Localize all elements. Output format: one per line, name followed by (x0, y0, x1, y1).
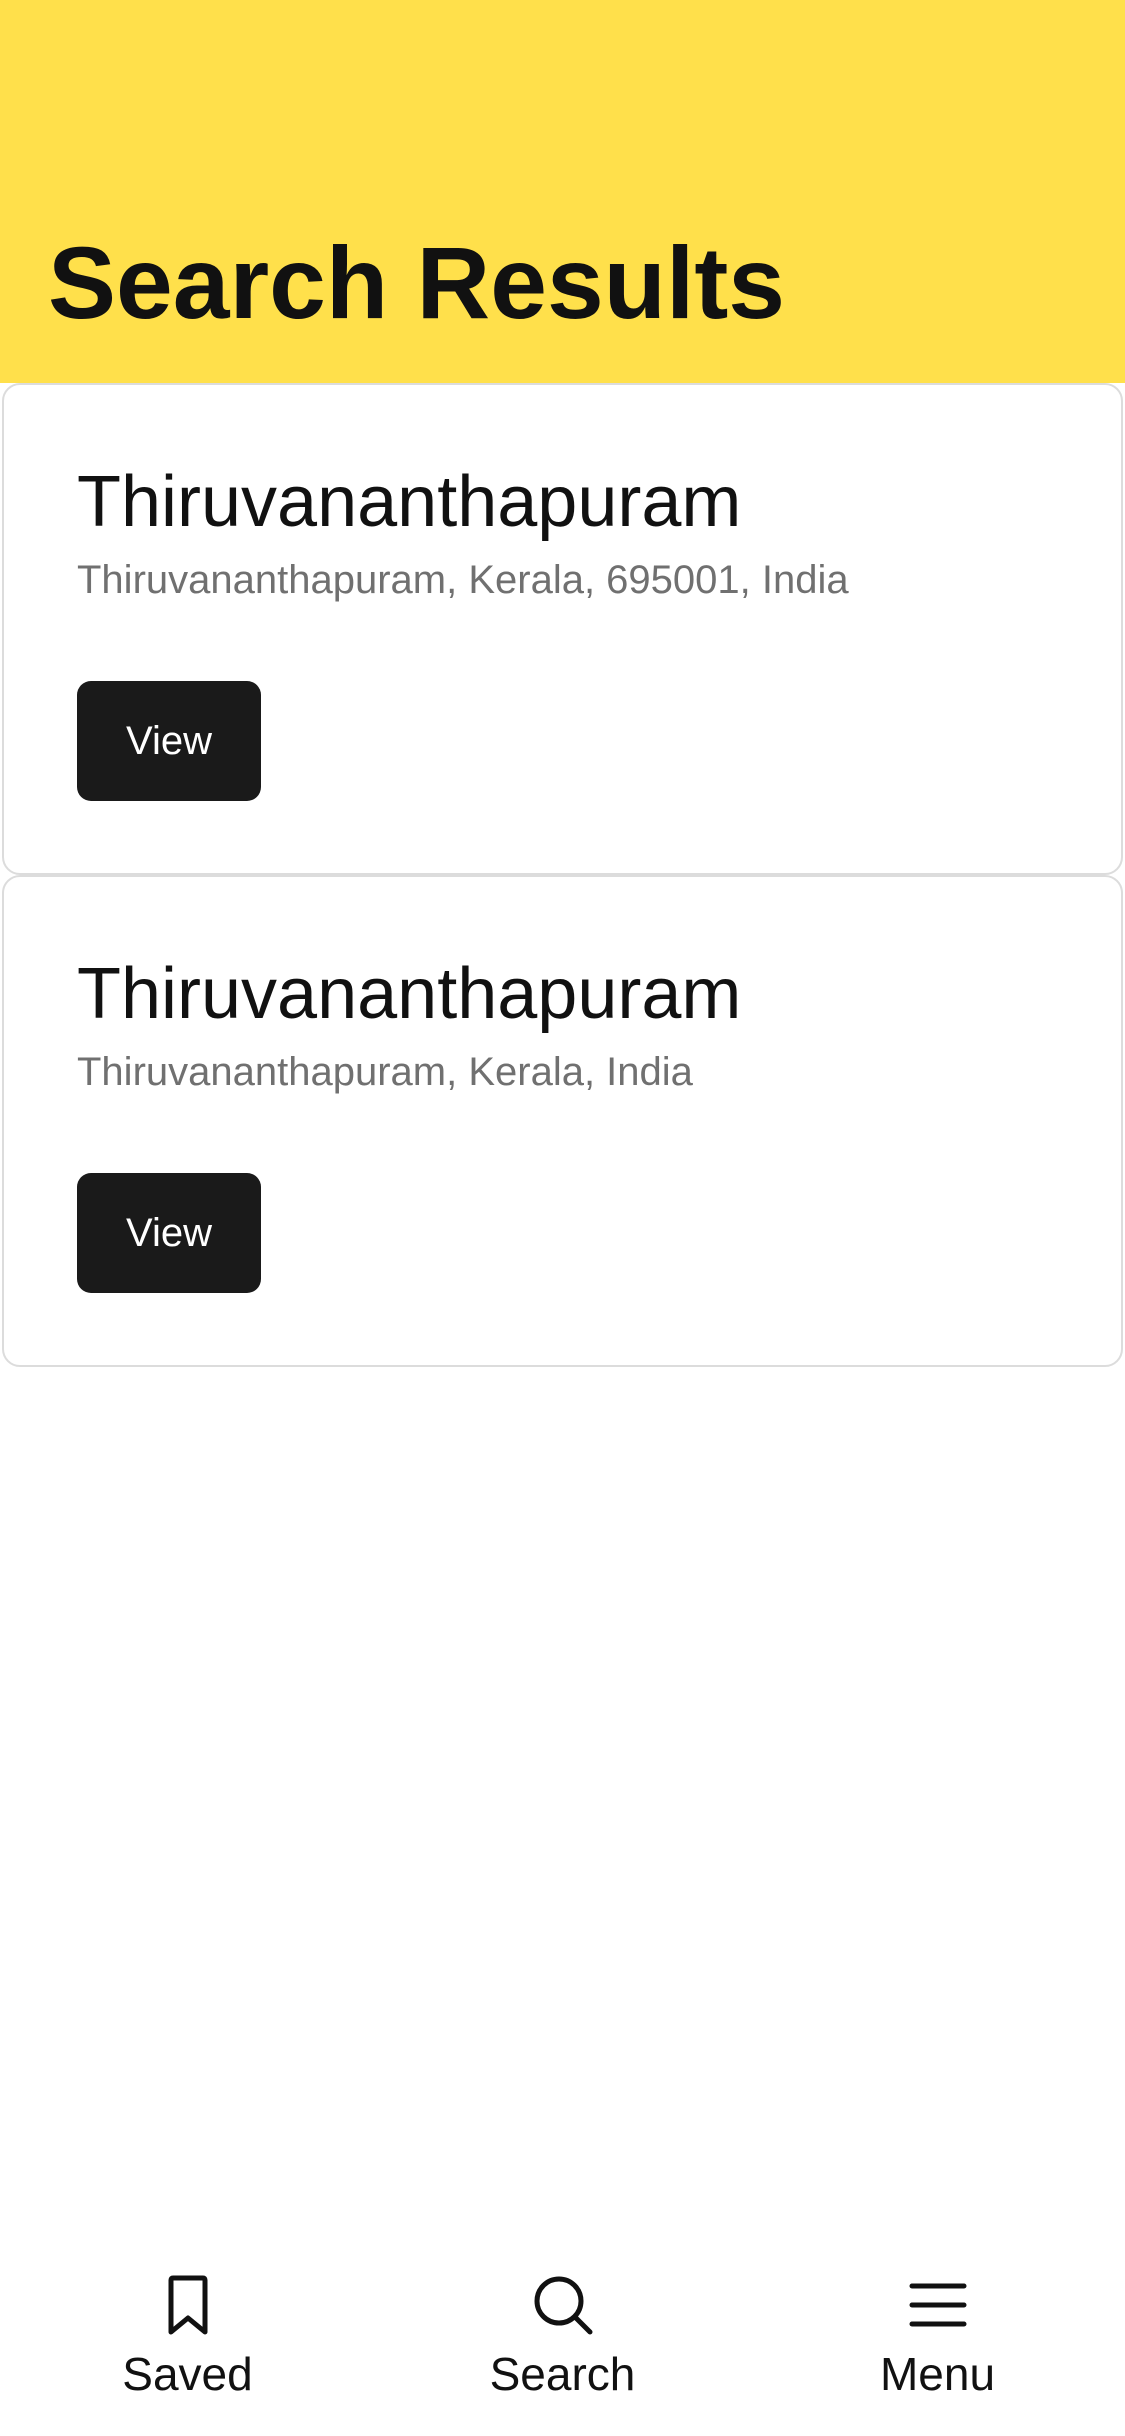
bottom-nav: Saved Search Menu (0, 2240, 1125, 2436)
header: Search Results (0, 0, 1125, 383)
view-button[interactable]: View (77, 681, 261, 801)
bookmark-icon (168, 2275, 207, 2335)
nav-label-menu: Menu (879, 2348, 996, 2400)
nav-item-menu[interactable]: Menu (750, 2240, 1125, 2436)
result-subtitle: Thiruvananthapuram, Kerala, 695001, Indi… (77, 558, 849, 602)
view-button[interactable]: View (77, 1173, 261, 1293)
result-title: Thiruvananthapuram (77, 462, 742, 542)
result-title: Thiruvananthapuram (77, 954, 742, 1034)
nav-label-search: Search (489, 2348, 636, 2400)
result-card: Thiruvananthapuram Thiruvananthapuram, K… (2, 875, 1123, 1367)
result-subtitle: Thiruvananthapuram, Kerala, India (77, 1050, 693, 1094)
nav-item-search[interactable]: Search (375, 2240, 750, 2436)
nav-label-saved: Saved (122, 2348, 253, 2400)
page-title: Search Results (48, 226, 786, 340)
search-icon (534, 2276, 592, 2335)
results-list: Thiruvananthapuram Thiruvananthapuram, K… (0, 383, 1125, 1367)
nav-item-saved[interactable]: Saved (0, 2240, 375, 2436)
result-card: Thiruvananthapuram Thiruvananthapuram, K… (2, 383, 1123, 875)
menu-icon (909, 2283, 966, 2327)
